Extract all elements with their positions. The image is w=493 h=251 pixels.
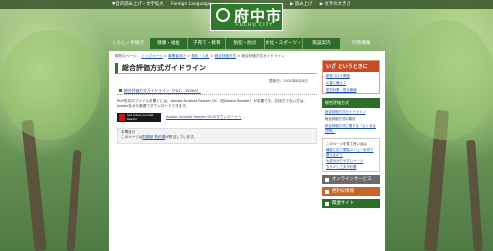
related-sites-button[interactable]: 関連サイト bbox=[322, 199, 380, 208]
emergency-title: いざ というときに bbox=[323, 61, 379, 72]
emergency-link-disaster[interactable]: 災害に備えて bbox=[323, 79, 379, 86]
city-emblem-icon bbox=[216, 8, 230, 22]
read-aloud-link[interactable]: ▶ 読み上げ bbox=[290, 2, 312, 7]
feedback-box: このページを見て良い点は 機能に応じ閲覧メニューを切り替えるので 大変分かりやす… bbox=[322, 138, 380, 172]
useful-info-button[interactable]: 便利な情報 bbox=[322, 187, 380, 196]
top-links: ▼音声読み上げ・文字拡大 Foreign Language bbox=[112, 1, 216, 7]
bullet-icon bbox=[119, 89, 122, 92]
breadcrumb-contracts[interactable]: 契約・入札 bbox=[191, 54, 209, 58]
acrobat-download-link[interactable]: Adobe Acrobat Reader DCのダウンロードへ bbox=[166, 115, 241, 120]
breadcrumb-business[interactable]: 事業者向け bbox=[168, 54, 186, 58]
nav-item-administration[interactable]: 行政情報 bbox=[352, 38, 370, 49]
nav-item-living[interactable]: くらし・手続き bbox=[112, 38, 144, 49]
feedback-title: このページを見て良い点は bbox=[326, 142, 367, 146]
nav-item-disaster[interactable]: 防犯・防災 bbox=[226, 38, 265, 49]
accessibility-link[interactable]: ▼音声読み上げ・文字拡大 bbox=[112, 2, 164, 7]
logo-subtitle: FUCHU CITY bbox=[236, 23, 274, 28]
tree-foliage bbox=[0, 30, 100, 140]
breadcrumb-top[interactable]: トップページ bbox=[141, 54, 163, 58]
section-link-faq[interactable]: 総合評価方式に関する「よくある質問」 bbox=[322, 122, 380, 134]
useful-info-icon bbox=[325, 190, 329, 194]
nav-item-culture[interactable]: 文化・スポーツ・生涯学習 bbox=[265, 38, 303, 57]
updated-date: 更新日：2020年8月4日 bbox=[269, 79, 308, 83]
acrobat-icon bbox=[119, 114, 125, 121]
emergency-link-safety[interactable]: 防犯対策・防災無線 bbox=[323, 86, 379, 93]
emergency-link-covid[interactable]: 新型コロナ関連 bbox=[323, 72, 379, 79]
feedback-link-1[interactable]: 機能に応じ閲覧メニューを切り替えるので bbox=[326, 147, 376, 157]
tree-foliage bbox=[395, 20, 493, 140]
inquiry-text: このページは bbox=[121, 135, 143, 139]
online-services-icon bbox=[325, 178, 329, 182]
breadcrumb-current: 総合評価方式ガイドライン bbox=[241, 54, 285, 58]
breadcrumb-label: 現在のページ： bbox=[115, 54, 141, 58]
nav-item-facilities[interactable]: 施設案内 bbox=[303, 38, 340, 49]
top-right-links: ▶ 読み上げ ▶ 文字の大きさ bbox=[290, 1, 357, 7]
page-title: 総合評価方式ガイドライン bbox=[115, 63, 317, 74]
online-services-button[interactable]: オンラインサービス bbox=[322, 175, 380, 184]
pdf-document-label: 総合評価方式ガイドライン（PDF：358KB） bbox=[124, 88, 201, 93]
inquiry-box: お問合せ このページは財務部 契約課が担当しています。 bbox=[117, 128, 317, 144]
site-logo[interactable]: 府中市 FUCHU CITY bbox=[210, 3, 283, 31]
feedback-link-2[interactable]: 大変分かりやすいページ bbox=[326, 158, 376, 163]
section-title: 総合評価方式 bbox=[322, 98, 380, 108]
breadcrumb: 現在のページ： トップページ > 事業者向け > 契約・入札 > 総合評価方式 … bbox=[115, 54, 285, 58]
acrobat-badge[interactable]: Get Adobe Acrobat Reader bbox=[117, 113, 161, 122]
section-link-guideline[interactable]: 総合評価方式ガイドライン bbox=[322, 108, 380, 115]
nav-item-health[interactable]: 健康・福祉 bbox=[150, 38, 189, 49]
related-sites-label: 関連サイト bbox=[332, 201, 354, 206]
sidebar: いざ というときに 新型コロナ関連 災害に備えて 防犯対策・防災無線 総合評価方… bbox=[322, 60, 380, 208]
inquiry-tail: が担当しています。 bbox=[165, 135, 198, 139]
department-link[interactable]: 財務部 契約課 bbox=[143, 135, 166, 139]
useful-info-label: 便利な情報 bbox=[332, 189, 354, 194]
pdf-note: PDF形式のファイルを開くには、Adobe Acrobat Reader DC（… bbox=[117, 99, 307, 108]
global-nav: 健康・福祉 子育て・教育 防犯・防災 文化・スポーツ・生涯学習 施設案内 bbox=[150, 38, 340, 57]
section-item-review[interactable]: 総合評価方式の検討 bbox=[322, 115, 380, 122]
breadcrumb-evaluation[interactable]: 総合評価方式 bbox=[215, 54, 237, 58]
section-box: 総合評価方式 総合評価方式ガイドライン 総合評価方式の検討 総合評価方式に関する… bbox=[322, 98, 380, 134]
nav-item-childcare[interactable]: 子育て・教育 bbox=[188, 38, 227, 49]
foreign-language-link[interactable]: Foreign Language bbox=[171, 2, 210, 7]
text-size-link[interactable]: ▶ 文字の大きさ bbox=[320, 2, 351, 7]
related-sites-icon bbox=[325, 202, 329, 206]
feedback-link-3[interactable]: もう少し工夫が必要 bbox=[326, 164, 376, 169]
online-services-label: オンラインサービス bbox=[332, 177, 372, 182]
emergency-box: いざ というときに 新型コロナ関連 災害に備えて 防犯対策・防災無線 bbox=[322, 60, 380, 94]
divider bbox=[117, 94, 317, 95]
acrobat-badge-label: Get Adobe Acrobat Reader bbox=[127, 113, 154, 121]
